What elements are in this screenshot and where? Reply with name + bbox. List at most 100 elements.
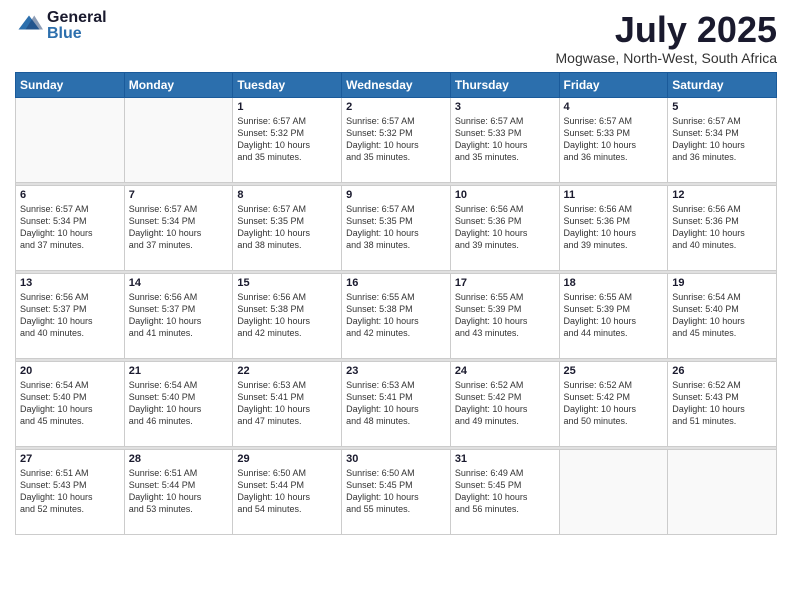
- weekday-header-thursday: Thursday: [450, 72, 559, 97]
- day-cell: 20Sunrise: 6:54 AMSunset: 5:40 PMDayligh…: [16, 361, 125, 446]
- day-cell: 17 Sunrise: 6:55 AMSunset: 5:39 PMDayligh…: [450, 273, 559, 358]
- day-info: Sunrise: 6:51 AMSunset: 5:43 PMDaylight:…: [20, 467, 120, 516]
- day-info: Sunrise: 6:51 AMSunset: 5:44 PMDaylight:…: [129, 467, 229, 516]
- day-info: Sunrise: 6:56 AMSunset: 5:37 PMDaylight:…: [20, 291, 120, 340]
- day-cell: 9Sunrise: 6:57 AMSunset: 5:35 PMDaylight…: [342, 185, 451, 270]
- day-cell: 13Sunrise: 6:56 AMSunset: 5:37 PMDayligh…: [16, 273, 125, 358]
- day-info: Sunrise: 6:56 AMSunset: 5:36 PMDaylight:…: [564, 203, 664, 252]
- logo-blue-text: Blue: [47, 26, 107, 42]
- day-number: 3: [455, 101, 555, 113]
- day-cell: [559, 449, 668, 534]
- day-info: Sunrise: 6:54 AMSunset: 5:40 PMDaylight:…: [20, 379, 120, 428]
- logo: General Blue: [15, 10, 107, 42]
- day-number: 8: [237, 189, 337, 201]
- day-info: Sunrise: 6:49 AMSunset: 5:45 PMDaylight:…: [455, 467, 555, 516]
- day-cell: 29Sunrise: 6:50 AMSunset: 5:44 PMDayligh…: [233, 449, 342, 534]
- day-cell: 15 Sunrise: 6:56 AMSunset: 5:38 PMDayligh…: [233, 273, 342, 358]
- day-number: 28: [129, 453, 229, 465]
- day-number: 29: [237, 453, 337, 465]
- month-title: July 2025: [556, 10, 778, 50]
- day-number: 27: [20, 453, 120, 465]
- day-cell: 22 Sunrise: 6:53 AMSunset: 5:41 PMDayligh…: [233, 361, 342, 446]
- day-cell: 4 Sunrise: 6:57 AMSunset: 5:33 PMDaylight…: [559, 97, 668, 182]
- day-info: Sunrise: 6:57 AMSunset: 5:33 PMDaylight:…: [455, 115, 555, 164]
- week-row-3: 13Sunrise: 6:56 AMSunset: 5:37 PMDayligh…: [16, 273, 777, 358]
- day-info: Sunrise: 6:57 AMSunset: 5:35 PMDaylight:…: [237, 203, 337, 252]
- weekday-header-tuesday: Tuesday: [233, 72, 342, 97]
- day-number: 23: [346, 365, 446, 377]
- day-number: 24: [455, 365, 555, 377]
- day-cell: 10Sunrise: 6:56 AMSunset: 5:36 PMDayligh…: [450, 185, 559, 270]
- day-info: Sunrise: 6:57 AMSunset: 5:35 PMDaylight:…: [346, 203, 446, 252]
- day-cell: [16, 97, 125, 182]
- day-info: Sunrise: 6:55 AMSunset: 5:39 PMDaylight:…: [455, 291, 555, 340]
- day-number: 30: [346, 453, 446, 465]
- day-number: 15: [237, 277, 337, 289]
- day-info: Sunrise: 6:50 AMSunset: 5:45 PMDaylight:…: [346, 467, 446, 516]
- day-number: 1: [237, 101, 337, 113]
- day-info: Sunrise: 6:53 AMSunset: 5:41 PMDaylight:…: [237, 379, 337, 428]
- day-number: 7: [129, 189, 229, 201]
- title-block: July 2025 Mogwase, North-West, South Afr…: [556, 10, 778, 66]
- day-number: 26: [672, 365, 772, 377]
- day-info: Sunrise: 6:53 AMSunset: 5:41 PMDaylight:…: [346, 379, 446, 428]
- weekday-header-saturday: Saturday: [668, 72, 777, 97]
- day-info: Sunrise: 6:57 AMSunset: 5:32 PMDaylight:…: [237, 115, 337, 164]
- week-row-4: 20Sunrise: 6:54 AMSunset: 5:40 PMDayligh…: [16, 361, 777, 446]
- day-info: Sunrise: 6:57 AMSunset: 5:32 PMDaylight:…: [346, 115, 446, 164]
- day-info: Sunrise: 6:54 AMSunset: 5:40 PMDaylight:…: [129, 379, 229, 428]
- day-number: 4: [564, 101, 664, 113]
- logo-icon: [15, 12, 43, 40]
- day-cell: 19 Sunrise: 6:54 AMSunset: 5:40 PMDayligh…: [668, 273, 777, 358]
- day-number: 14: [129, 277, 229, 289]
- day-cell: 24 Sunrise: 6:52 AMSunset: 5:42 PMDayligh…: [450, 361, 559, 446]
- weekday-header-friday: Friday: [559, 72, 668, 97]
- day-cell: 8 Sunrise: 6:57 AMSunset: 5:35 PMDaylight…: [233, 185, 342, 270]
- page: General Blue July 2025 Mogwase, North-We…: [0, 0, 792, 612]
- day-number: 31: [455, 453, 555, 465]
- day-cell: 27 Sunrise: 6:51 AMSunset: 5:43 PMDayligh…: [16, 449, 125, 534]
- week-row-5: 27 Sunrise: 6:51 AMSunset: 5:43 PMDayligh…: [16, 449, 777, 534]
- day-info: Sunrise: 6:57 AMSunset: 5:33 PMDaylight:…: [564, 115, 664, 164]
- day-number: 17: [455, 277, 555, 289]
- day-cell: 2 Sunrise: 6:57 AMSunset: 5:32 PMDaylight…: [342, 97, 451, 182]
- location-title: Mogwase, North-West, South Africa: [556, 50, 778, 66]
- day-number: 6: [20, 189, 120, 201]
- weekday-header-monday: Monday: [124, 72, 233, 97]
- day-cell: 26Sunrise: 6:52 AMSunset: 5:43 PMDayligh…: [668, 361, 777, 446]
- day-info: Sunrise: 6:57 AMSunset: 5:34 PMDaylight:…: [129, 203, 229, 252]
- day-number: 2: [346, 101, 446, 113]
- weekday-header-wednesday: Wednesday: [342, 72, 451, 97]
- day-info: Sunrise: 6:56 AMSunset: 5:38 PMDaylight:…: [237, 291, 337, 340]
- day-info: Sunrise: 6:57 AMSunset: 5:34 PMDaylight:…: [20, 203, 120, 252]
- day-cell: 16Sunrise: 6:55 AMSunset: 5:38 PMDayligh…: [342, 273, 451, 358]
- day-cell: 7 Sunrise: 6:57 AMSunset: 5:34 PMDaylight…: [124, 185, 233, 270]
- day-cell: 23 Sunrise: 6:53 AMSunset: 5:41 PMDayligh…: [342, 361, 451, 446]
- day-info: Sunrise: 6:56 AMSunset: 5:37 PMDaylight:…: [129, 291, 229, 340]
- day-cell: 31 Sunrise: 6:49 AMSunset: 5:45 PMDayligh…: [450, 449, 559, 534]
- day-cell: 25 Sunrise: 6:52 AMSunset: 5:42 PMDayligh…: [559, 361, 668, 446]
- day-cell: 11 Sunrise: 6:56 AMSunset: 5:36 PMDayligh…: [559, 185, 668, 270]
- day-number: 5: [672, 101, 772, 113]
- day-cell: 21Sunrise: 6:54 AMSunset: 5:40 PMDayligh…: [124, 361, 233, 446]
- day-cell: 5Sunrise: 6:57 AMSunset: 5:34 PMDaylight…: [668, 97, 777, 182]
- calendar: SundayMondayTuesdayWednesdayThursdayFrid…: [15, 72, 777, 535]
- day-cell: 3 Sunrise: 6:57 AMSunset: 5:33 PMDaylight…: [450, 97, 559, 182]
- day-info: Sunrise: 6:54 AMSunset: 5:40 PMDaylight:…: [672, 291, 772, 340]
- day-number: 11: [564, 189, 664, 201]
- day-info: Sunrise: 6:56 AMSunset: 5:36 PMDaylight:…: [455, 203, 555, 252]
- day-number: 22: [237, 365, 337, 377]
- week-row-1: 1 Sunrise: 6:57 AMSunset: 5:32 PMDaylight…: [16, 97, 777, 182]
- day-cell: [668, 449, 777, 534]
- day-cell: [124, 97, 233, 182]
- day-info: Sunrise: 6:55 AMSunset: 5:39 PMDaylight:…: [564, 291, 664, 340]
- logo-general-text: General: [47, 10, 107, 26]
- day-info: Sunrise: 6:52 AMSunset: 5:42 PMDaylight:…: [564, 379, 664, 428]
- day-info: Sunrise: 6:52 AMSunset: 5:42 PMDaylight:…: [455, 379, 555, 428]
- day-cell: 28 Sunrise: 6:51 AMSunset: 5:44 PMDayligh…: [124, 449, 233, 534]
- day-cell: 30 Sunrise: 6:50 AMSunset: 5:45 PMDayligh…: [342, 449, 451, 534]
- day-number: 25: [564, 365, 664, 377]
- day-number: 19: [672, 277, 772, 289]
- day-number: 12: [672, 189, 772, 201]
- day-cell: 6 Sunrise: 6:57 AMSunset: 5:34 PMDaylight…: [16, 185, 125, 270]
